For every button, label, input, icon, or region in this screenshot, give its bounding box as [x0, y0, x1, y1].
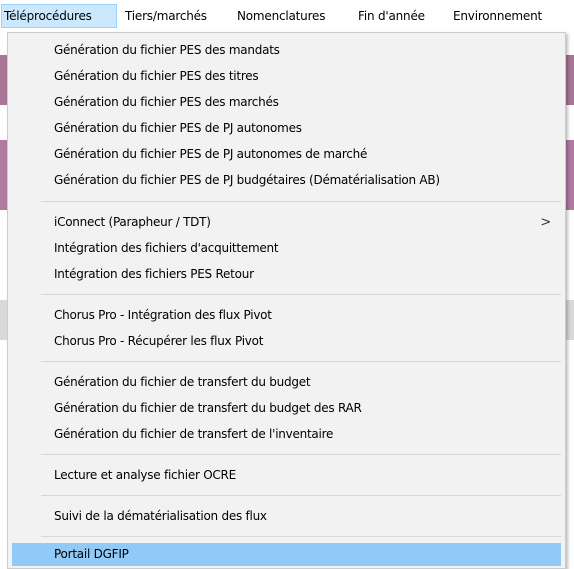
menu-item-pes-pj-budgetaires[interactable]: Génération du fichier PES de PJ budgétai… — [12, 169, 561, 192]
menu-item-integration-acquittement[interactable]: Intégration des fichiers d'acquittement — [12, 237, 561, 260]
menu-item-label: iConnect (Parapheur / TDT) — [54, 215, 211, 229]
menubar-item-tiers-marches[interactable]: Tiers/marchés — [125, 5, 207, 27]
menubar-item-environnement[interactable]: Environnement — [453, 5, 542, 27]
menubar-item-fin-annee[interactable]: Fin d'année — [358, 5, 425, 27]
menu-item-pes-titres[interactable]: Génération du fichier PES des titres — [12, 65, 561, 88]
menu-separator — [41, 294, 561, 295]
menu-bar: Téléprocédures Tiers/marchés Nomenclatur… — [0, 0, 574, 34]
background-band-right — [566, 55, 574, 105]
menu-item-iconnect[interactable]: iConnect (Parapheur / TDT) > — [12, 211, 561, 234]
menu-separator — [41, 536, 561, 537]
menu-item-integration-pes-retour[interactable]: Intégration des fichiers PES Retour — [12, 263, 561, 286]
menubar-item-teleprocedures[interactable]: Téléprocédures — [1, 4, 117, 28]
menu-item-portail-dgfip[interactable]: Portail DGFIP — [12, 543, 561, 566]
menu-separator — [41, 201, 561, 202]
menu-item-pes-pj-autonomes[interactable]: Génération du fichier PES de PJ autonome… — [12, 117, 561, 140]
menubar-item-label: Téléprocédures — [4, 9, 92, 23]
menu-item-transfert-budget[interactable]: Génération du fichier de transfert du bu… — [12, 371, 561, 394]
menu-separator — [41, 454, 561, 455]
menu-separator — [41, 495, 561, 496]
background-band-right — [566, 300, 574, 340]
menu-item-lecture-ocre[interactable]: Lecture et analyse fichier OCRE — [12, 464, 561, 487]
menu-item-chorus-integration[interactable]: Chorus Pro - Intégration des flux Pivot — [12, 304, 561, 327]
menu-item-transfert-inventaire[interactable]: Génération du fichier de transfert de l'… — [12, 423, 561, 446]
menu-item-suivi-dematerialisation[interactable]: Suivi de la dématérialisation des flux — [12, 505, 561, 528]
background-band-right — [566, 140, 574, 210]
submenu-arrow-icon: > — [540, 215, 551, 230]
menu-item-pes-marches[interactable]: Génération du fichier PES des marchés — [12, 91, 561, 114]
menu-item-pes-pj-autonomes-marche[interactable]: Génération du fichier PES de PJ autonome… — [12, 143, 561, 166]
menu-separator — [41, 361, 561, 362]
menubar-item-nomenclatures[interactable]: Nomenclatures — [237, 5, 325, 27]
application-window: Téléprocédures Tiers/marchés Nomenclatur… — [0, 0, 574, 569]
menu-item-chorus-recuperer[interactable]: Chorus Pro - Récupérer les flux Pivot — [12, 330, 561, 353]
menu-item-transfert-budget-rar[interactable]: Génération du fichier de transfert du bu… — [12, 397, 561, 420]
menu-item-pes-mandats[interactable]: Génération du fichier PES des mandats — [12, 39, 561, 62]
teleprocedures-dropdown-menu: Génération du fichier PES des mandats Gé… — [7, 32, 566, 569]
